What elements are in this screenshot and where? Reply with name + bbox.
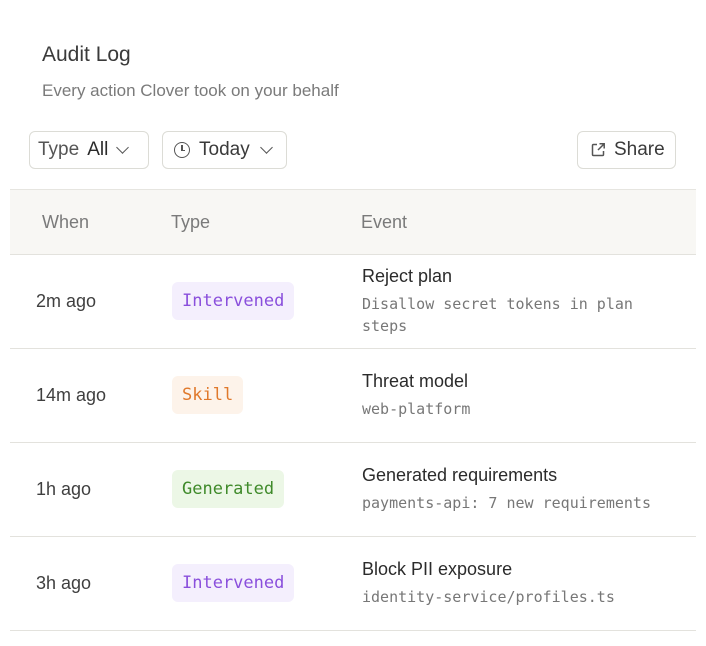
date-filter-value: Today xyxy=(199,139,250,160)
type-badge: Generated xyxy=(172,470,285,508)
share-label: Share xyxy=(614,139,665,160)
page-title: Audit Log xyxy=(42,43,131,66)
type-badge: Intervened xyxy=(172,564,295,602)
event-detail: Disallow secret tokens in plan steps xyxy=(362,295,633,335)
type-filter-dropdown[interactable]: Type All xyxy=(29,131,149,169)
type-filter-value: All xyxy=(87,139,109,160)
event-detail: payments-api: 7 new requirements xyxy=(362,494,651,512)
table-row[interactable]: 3h ago Intervened Block PII exposure ide… xyxy=(10,537,696,631)
column-header-type: Type xyxy=(171,212,211,232)
event-detail: identity-service/profiles.ts xyxy=(362,588,615,606)
event-title: Block PII exposure xyxy=(362,559,513,579)
table-row[interactable]: 1h ago Generated Generated requirements … xyxy=(10,443,696,537)
type-filter-label: Type xyxy=(38,139,80,160)
row-when: 3h ago xyxy=(36,573,92,593)
column-header-when: When xyxy=(42,212,90,232)
table-row[interactable]: 2m ago Intervened Reject plan Disallow s… xyxy=(10,255,696,349)
table-header: When Type Event xyxy=(10,189,696,255)
share-button[interactable]: Share xyxy=(577,131,676,169)
date-filter-dropdown[interactable]: Today xyxy=(162,131,287,169)
chevron-down-icon xyxy=(259,141,273,154)
event-title: Threat model xyxy=(362,371,469,391)
row-when: 14m ago xyxy=(36,385,107,405)
event-title: Generated requirements xyxy=(362,465,558,485)
type-badge: Skill xyxy=(172,376,244,414)
external-link-icon xyxy=(591,143,605,157)
chevron-down-icon xyxy=(116,141,130,154)
page-subtitle: Every action Clover took on your behalf xyxy=(42,81,339,100)
type-badge: Intervened xyxy=(172,282,295,320)
row-when: 2m ago xyxy=(36,291,97,311)
table-row[interactable]: 14m ago Skill Threat model web-platform xyxy=(10,349,696,443)
row-when: 1h ago xyxy=(36,479,92,499)
column-header-event: Event xyxy=(361,212,408,232)
event-title: Reject plan xyxy=(362,266,453,286)
event-detail: web-platform xyxy=(362,400,471,418)
clock-icon xyxy=(174,142,190,158)
